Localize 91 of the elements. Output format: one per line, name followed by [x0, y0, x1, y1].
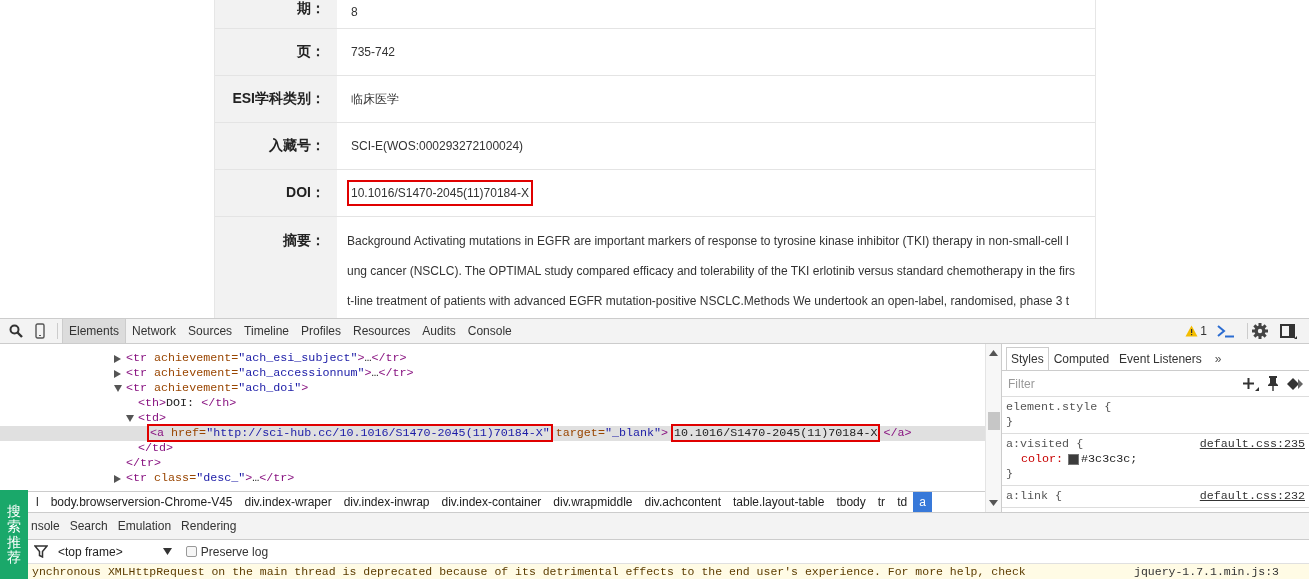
breadcrumb-item[interactable]: a — [913, 492, 932, 512]
css-brace: } — [1006, 415, 1013, 430]
new-rule-icon[interactable] — [1243, 376, 1259, 391]
settings-icon[interactable] — [1252, 323, 1268, 339]
caret-icon — [162, 548, 172, 555]
field-value: 10.1016/S1470-2045(11)70184-X — [347, 180, 533, 206]
highlighted-code: <a href="http://sci-hub.cc/10.1016/S1470-2045(11)70184-X" — [147, 424, 553, 442]
breadcrumb-item[interactable]: div.index-wraper — [238, 492, 338, 512]
breadcrumb-item[interactable]: div.index-container — [435, 492, 548, 512]
filter-icon[interactable] — [34, 545, 48, 558]
expand-arrow-icon[interactable] — [114, 370, 121, 378]
field-label: 页： — [297, 43, 325, 61]
code-text: target="_blank"> — [554, 425, 670, 442]
css-value: #3c3c3c; — [1081, 452, 1138, 467]
panel-tab[interactable]: Resources — [347, 319, 417, 343]
drawer-tab[interactable]: Search — [64, 513, 113, 539]
collapse-arrow-icon[interactable] — [114, 385, 122, 392]
drawer-tab[interactable]: nsole — [26, 513, 65, 539]
dock-icon[interactable] — [1280, 323, 1297, 339]
field-value: 735-742 — [350, 44, 397, 61]
panel-tab[interactable]: Sources — [182, 319, 239, 343]
scroll-down-icon[interactable] — [989, 500, 998, 506]
checkbox-label[interactable]: Preserve log — [200, 544, 269, 559]
breadcrumb-item[interactable]: table.layout-table — [727, 492, 831, 512]
code-text: <th>DOI: </th> — [137, 395, 238, 412]
breadcrumb-item[interactable]: tr — [871, 492, 892, 512]
abstract-line: ung cancer (NSCLC). The OPTIMAL study compared efficacy and tolerability of the TKI erlotinib versus standard chemotherapy in the firs — [347, 263, 1075, 280]
code-text: <tr class="desc_">…</tr> — [125, 470, 296, 487]
breadcrumb-item[interactable]: l — [30, 492, 45, 512]
breadcrumb-item[interactable]: td — [891, 492, 914, 512]
scrollbar[interactable] — [985, 344, 1001, 512]
field-value: SCI-E(WOS:000293272100024) — [350, 138, 525, 155]
field-label: DOI： — [286, 184, 325, 202]
drawer-tab[interactable]: Emulation — [112, 513, 177, 539]
filter-field[interactable]: Filter — [1006, 375, 1235, 392]
code-text: </td> — [137, 440, 175, 457]
highlighted-code: 10.1016/S1470-2045(11)70184-X — [671, 424, 881, 442]
warning-count[interactable]: 1 — [1200, 324, 1207, 338]
code-text: <tr achievement="ach_esi_subject">…</tr> — [125, 350, 408, 367]
checkbox[interactable] — [185, 546, 197, 557]
field-label: 摘要： — [283, 232, 325, 250]
source-link[interactable]: default.css:232 — [1199, 489, 1305, 504]
pin-icon[interactable] — [1267, 376, 1279, 391]
expand-arrow-icon[interactable] — [114, 355, 121, 363]
css-property: color: — [1021, 452, 1064, 467]
field-label: 入藏号： — [269, 137, 325, 155]
panel-tab[interactable]: Profiles — [295, 319, 347, 343]
css-selector: element.style { — [1006, 400, 1112, 415]
abstract-line: t-line treatment of patients with advanced EGFR mutation-positive NSCLC.Methods We undertook an open-label, randomised, phase 3 t — [347, 293, 1071, 310]
source-link[interactable]: default.css:235 — [1199, 437, 1305, 452]
breadcrumb-item[interactable]: tbody — [830, 492, 872, 512]
panel-tab[interactable]: Elements — [62, 319, 127, 343]
css-selector: a:visited { — [1006, 437, 1084, 452]
breadcrumb-item[interactable]: body.browserversion-Chrome-V45 — [44, 492, 239, 512]
diamond-arrow-icon[interactable] — [1287, 377, 1303, 390]
panel-tab[interactable]: Timeline — [238, 319, 295, 343]
sidebar-tab[interactable]: Styles — [1006, 347, 1049, 370]
expand-arrow-icon[interactable] — [114, 475, 121, 483]
abstract-line: Background Activating mutations in EGFR are important markers of response to tyrosine kinase inhibitor (TKI) therapy in non-small-cell l — [347, 233, 1070, 250]
panel-tab[interactable]: Console — [461, 319, 518, 343]
code-text: <td> — [137, 410, 168, 427]
selected-tree-row[interactable]: <a href="http://sci-hub.cc/10.1016/S1470-2045(11)70184-X" target="_blank"> 10.1016/S1470-2045(11)70184-X </a> — [0, 426, 985, 441]
scroll-up-icon[interactable] — [989, 350, 998, 356]
sidebar-tab[interactable]: Computed — [1048, 347, 1115, 370]
console-prompt-icon[interactable] — [1217, 324, 1235, 338]
code-text: <tr achievement="ach_doi"> — [125, 380, 310, 397]
frame-select[interactable]: <top frame> — [58, 544, 172, 559]
sidebar-tab[interactable]: Event Listeners — [1114, 347, 1207, 370]
scrollbar-thumb[interactable] — [987, 412, 1000, 430]
panel-tab[interactable]: Network — [126, 319, 183, 343]
field-label: ESI学科类别： — [232, 90, 325, 108]
color-swatch[interactable] — [1068, 454, 1080, 465]
more-tabs-button[interactable]: » — [1206, 348, 1230, 370]
field-label: 期： — [297, 0, 325, 18]
breadcrumb-item[interactable]: div.index-inwrap — [337, 492, 436, 512]
css-selector: a:link { — [1006, 489, 1063, 504]
message-text: ynchronous XMLHttpRequest on the main thread is deprecated because of its detrimental effects to the end user's experience. For more help, check — [32, 565, 1026, 578]
device-icon[interactable] — [35, 323, 45, 339]
breadcrumb-item[interactable]: div.wrapmiddle — [547, 492, 639, 512]
source-link[interactable]: jquery-1.7.1.min.js:3 — [1134, 565, 1279, 578]
field-value: 8 — [350, 4, 359, 21]
breadcrumb-item[interactable]: div.achcontent — [638, 492, 727, 512]
css-brace: } — [1006, 467, 1013, 482]
warning-icon[interactable] — [1185, 325, 1199, 337]
code-text: </tr> — [125, 455, 163, 472]
panel-tab[interactable]: Audits — [416, 319, 462, 343]
code-text: <tr achievement="ach_accessionnum">…</tr> — [125, 365, 415, 382]
search-icon[interactable] — [9, 324, 23, 338]
drawer-tab[interactable]: Rendering — [176, 513, 242, 539]
field-value: 临床医学 — [350, 90, 400, 108]
code-text: </a> — [882, 425, 913, 442]
